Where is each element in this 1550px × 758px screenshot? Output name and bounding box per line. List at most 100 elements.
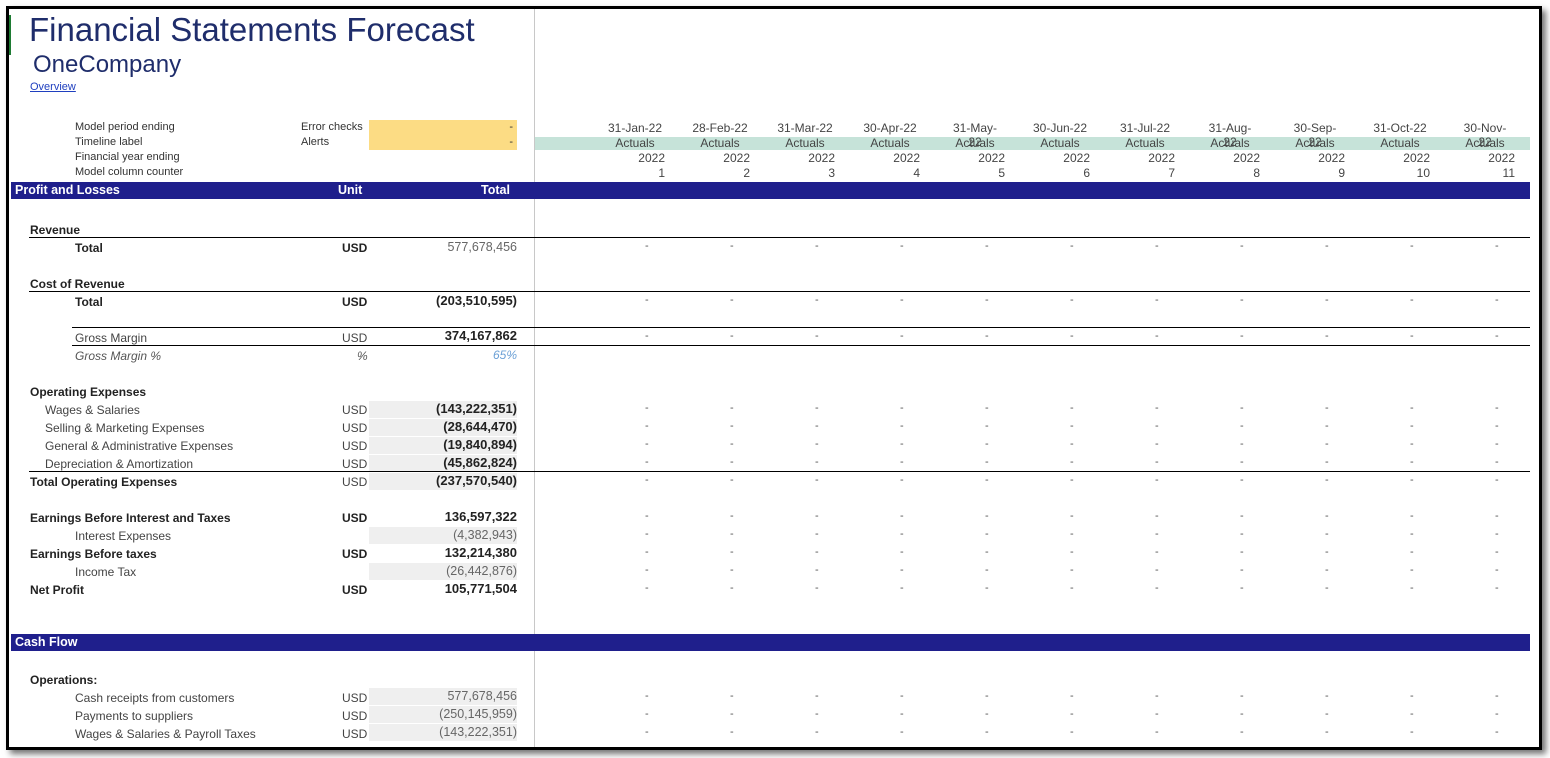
period-value-cell[interactable]: - — [1495, 240, 1499, 252]
period-value-cell[interactable]: - — [730, 438, 734, 450]
period-value-cell[interactable]: - — [1495, 438, 1499, 450]
period-value-cell[interactable]: - — [645, 582, 649, 594]
period-value-cell[interactable]: - — [1495, 528, 1499, 540]
period-value-cell[interactable]: - — [1240, 240, 1244, 252]
period-value-cell[interactable]: - — [985, 294, 989, 306]
period-value-cell[interactable]: - — [985, 582, 989, 594]
period-value-cell[interactable]: - — [1410, 582, 1414, 594]
period-value-cell[interactable]: - — [815, 564, 819, 576]
period-value-cell[interactable]: - — [645, 546, 649, 558]
period-value-cell[interactable]: - — [900, 564, 904, 576]
overview-link[interactable]: Overview — [30, 81, 76, 93]
period-value-cell[interactable]: - — [1495, 726, 1499, 738]
period-value-cell[interactable]: - — [815, 582, 819, 594]
period-value-cell[interactable]: - — [900, 402, 904, 414]
period-value-cell[interactable]: - — [645, 294, 649, 306]
period-value-cell[interactable]: - — [1325, 294, 1329, 306]
period-value-cell[interactable]: - — [1070, 528, 1074, 540]
period-value-cell[interactable]: - — [1410, 438, 1414, 450]
period-value-cell[interactable]: - — [815, 474, 819, 486]
period-value-cell[interactable]: - — [985, 510, 989, 522]
period-value-cell[interactable]: - — [1070, 708, 1074, 720]
period-value-cell[interactable]: - — [1155, 726, 1159, 738]
period-value-cell[interactable]: - — [730, 690, 734, 702]
period-value-cell[interactable]: - — [1325, 546, 1329, 558]
period-value-cell[interactable]: - — [730, 708, 734, 720]
period-value-cell[interactable]: - — [1495, 456, 1499, 468]
period-value-cell[interactable]: - — [1240, 330, 1244, 342]
da-value[interactable]: (45,862,824) — [443, 455, 517, 470]
period-value-cell[interactable]: - — [1495, 510, 1499, 522]
period-value-cell[interactable]: - — [985, 708, 989, 720]
period-value-cell[interactable]: - — [645, 528, 649, 540]
period-value-cell[interactable]: - — [1325, 726, 1329, 738]
period-value-cell[interactable]: - — [730, 564, 734, 576]
period-value-cell[interactable]: - — [1240, 438, 1244, 450]
period-value-cell[interactable]: - — [1070, 546, 1074, 558]
period-value-cell[interactable]: - — [985, 474, 989, 486]
period-value-cell[interactable]: - — [1240, 564, 1244, 576]
gmp-value[interactable]: 65% — [493, 348, 517, 362]
interest-value[interactable]: (4,382,943) — [453, 528, 517, 542]
topex-value[interactable]: (237,570,540) — [436, 473, 517, 488]
period-value-cell[interactable]: - — [900, 708, 904, 720]
period-value-cell[interactable]: - — [1325, 708, 1329, 720]
period-value-cell[interactable]: - — [645, 474, 649, 486]
period-value-cell[interactable]: - — [1155, 510, 1159, 522]
period-value-cell[interactable]: - — [900, 438, 904, 450]
period-value-cell[interactable]: - — [1325, 420, 1329, 432]
period-value-cell[interactable]: - — [1325, 690, 1329, 702]
period-value-cell[interactable]: - — [985, 690, 989, 702]
period-value-cell[interactable]: - — [730, 456, 734, 468]
period-value-cell[interactable]: - — [900, 456, 904, 468]
period-value-cell[interactable]: - — [1240, 528, 1244, 540]
period-value-cell[interactable]: - — [1155, 546, 1159, 558]
period-value-cell[interactable]: - — [1495, 402, 1499, 414]
period-value-cell[interactable]: - — [1070, 240, 1074, 252]
period-value-cell[interactable]: - — [1070, 420, 1074, 432]
period-value-cell[interactable]: - — [1495, 546, 1499, 558]
period-value-cell[interactable]: - — [1240, 510, 1244, 522]
period-value-cell[interactable]: - — [1495, 294, 1499, 306]
period-value-cell[interactable]: - — [900, 294, 904, 306]
period-value-cell[interactable]: - — [1325, 510, 1329, 522]
period-value-cell[interactable]: - — [1325, 474, 1329, 486]
period-value-cell[interactable]: - — [985, 420, 989, 432]
period-value-cell[interactable]: - — [1410, 456, 1414, 468]
period-value-cell[interactable]: - — [1240, 690, 1244, 702]
period-value-cell[interactable]: - — [1495, 690, 1499, 702]
period-value-cell[interactable]: - — [1410, 726, 1414, 738]
period-value-cell[interactable]: - — [1240, 420, 1244, 432]
period-value-cell[interactable]: - — [1410, 708, 1414, 720]
ebt-value[interactable]: 132,214,380 — [445, 545, 517, 560]
period-value-cell[interactable]: - — [1240, 474, 1244, 486]
period-value-cell[interactable]: - — [730, 330, 734, 342]
period-value-cell[interactable]: - — [900, 510, 904, 522]
period-value-cell[interactable]: - — [985, 438, 989, 450]
period-value-cell[interactable]: - — [1410, 474, 1414, 486]
period-value-cell[interactable]: - — [1070, 690, 1074, 702]
period-value-cell[interactable]: - — [815, 690, 819, 702]
period-value-cell[interactable]: - — [1070, 474, 1074, 486]
period-value-cell[interactable]: - — [900, 546, 904, 558]
period-value-cell[interactable]: - — [1410, 690, 1414, 702]
period-value-cell[interactable]: - — [1240, 294, 1244, 306]
period-value-cell[interactable]: - — [1070, 456, 1074, 468]
period-value-cell[interactable]: - — [1410, 420, 1414, 432]
period-value-cell[interactable]: - — [815, 240, 819, 252]
period-value-cell[interactable]: - — [985, 528, 989, 540]
period-value-cell[interactable]: - — [1410, 564, 1414, 576]
period-value-cell[interactable]: - — [985, 240, 989, 252]
period-value-cell[interactable]: - — [815, 456, 819, 468]
period-value-cell[interactable]: - — [1155, 420, 1159, 432]
period-value-cell[interactable]: - — [1325, 582, 1329, 594]
period-value-cell[interactable]: - — [1495, 330, 1499, 342]
period-value-cell[interactable]: - — [985, 726, 989, 738]
period-value-cell[interactable]: - — [645, 420, 649, 432]
period-value-cell[interactable]: - — [815, 726, 819, 738]
period-value-cell[interactable]: - — [730, 510, 734, 522]
period-value-cell[interactable]: - — [1410, 294, 1414, 306]
period-value-cell[interactable]: - — [730, 582, 734, 594]
ga-value[interactable]: (19,840,894) — [443, 437, 517, 452]
period-value-cell[interactable]: - — [900, 240, 904, 252]
